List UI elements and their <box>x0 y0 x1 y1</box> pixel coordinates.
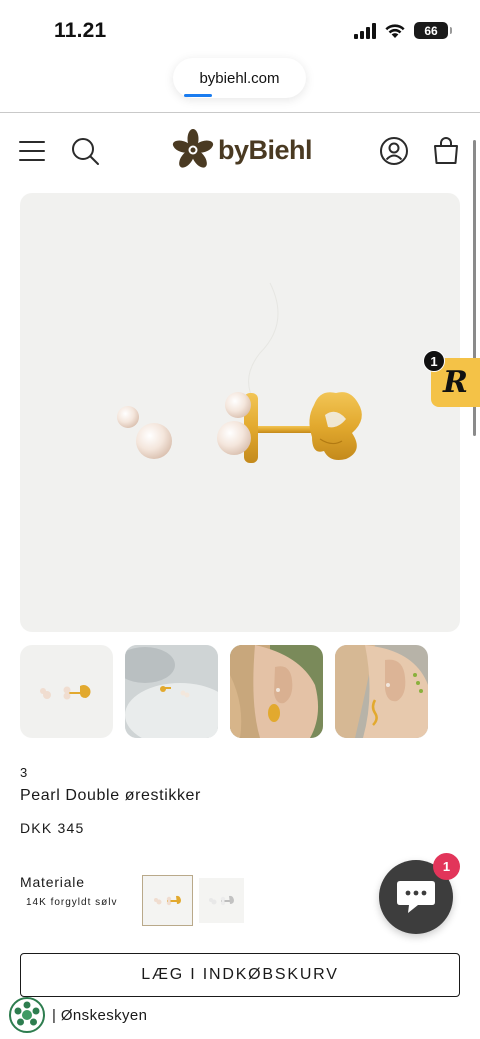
wifi-icon <box>385 23 405 38</box>
wishlist-cloud-icon <box>9 997 45 1033</box>
site-header: byBiehl <box>0 113 480 189</box>
swatch-silver-image <box>209 895 234 906</box>
account-icon[interactable] <box>379 136 409 166</box>
thumbnail-product[interactable] <box>20 645 113 738</box>
thumbnail-strip <box>20 645 428 738</box>
thumbnail-model-ear-1[interactable] <box>230 645 323 738</box>
review-count[interactable]: 3 <box>20 765 27 780</box>
thumbnail-ear-image-1 <box>230 645 323 738</box>
thumbnail-model-ear-2[interactable] <box>335 645 428 738</box>
status-time: 11.21 <box>54 19 107 42</box>
thumbnail-lifestyle-plate[interactable] <box>125 645 218 738</box>
wishlist-label: | Ønskeskyen <box>52 1006 148 1024</box>
battery-indicator: 66 <box>414 22 452 39</box>
product-title: Pearl Double ørestikker <box>20 787 201 804</box>
wishlist-link[interactable]: | Ønskeskyen <box>8 996 147 1034</box>
chat-notification-badge: 1 <box>433 853 460 880</box>
status-icons: 66 <box>354 22 452 39</box>
product-price: DKK 345 <box>20 820 85 836</box>
thumbnail-earrings-image <box>40 685 91 700</box>
url-bar[interactable]: bybiehl.com <box>173 58 306 98</box>
thumbnail-ear-image-2 <box>335 645 428 738</box>
swatch-gold-image <box>154 895 181 906</box>
reviews-notification-badge: 1 <box>423 350 445 372</box>
add-to-cart-button[interactable]: LÆG I INDKØBSKURV <box>20 953 460 997</box>
material-swatch-silver[interactable] <box>199 878 244 923</box>
cellular-signal-icon <box>354 22 376 39</box>
material-label: Materiale <box>20 874 85 890</box>
url-text: bybiehl.com <box>199 69 280 87</box>
status-bar: 11.21 66 <box>0 0 480 62</box>
material-swatch-gold[interactable] <box>142 875 193 926</box>
main-product-image[interactable] <box>20 193 460 632</box>
thumbnail-plate-image <box>125 645 218 738</box>
menu-icon[interactable] <box>19 140 45 162</box>
site-logo[interactable]: byBiehl <box>172 129 313 171</box>
reviews-logo-icon: R <box>443 365 468 400</box>
search-icon[interactable] <box>70 136 100 166</box>
pearl-earrings-image <box>117 282 362 463</box>
flower-logo-icon <box>172 129 214 168</box>
material-selected-value: 14K forgyldt sølv <box>26 897 118 908</box>
page-load-progress <box>184 94 212 97</box>
logo-text: byBiehl <box>218 134 313 165</box>
chat-bubble-icon <box>397 881 435 913</box>
cart-icon[interactable] <box>432 135 460 165</box>
